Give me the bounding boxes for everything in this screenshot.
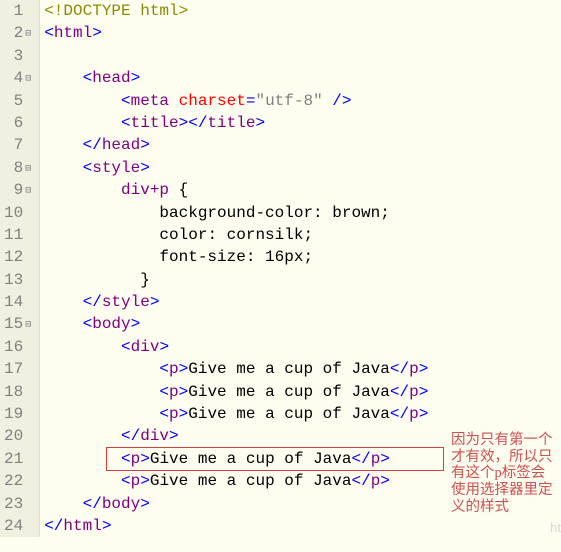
annotation-text: 因为只有第一个 才有效，所以只 有这个p标签会 使用选择器里定 义的样式 <box>451 432 553 515</box>
code-line <box>44 45 561 67</box>
code-line: div+p { <box>44 179 561 201</box>
line-number: 1 <box>4 0 33 22</box>
code-line: <!DOCTYPE html> <box>44 0 561 22</box>
watermark-text: ht <box>550 519 561 537</box>
line-number: 5 <box>4 90 33 112</box>
code-line: color: cornsilk; <box>44 224 561 246</box>
line-number: 19 <box>4 403 33 425</box>
line-number: 7 <box>4 134 33 156</box>
line-number: 22 <box>4 470 33 492</box>
code-line: <html> <box>44 22 561 44</box>
line-number: 23 <box>4 493 33 515</box>
line-number: 8⊟ <box>4 157 33 179</box>
code-line: <style> <box>44 157 561 179</box>
line-number: 4⊟ <box>4 67 33 89</box>
code-line: font-size: 16px; <box>44 246 561 268</box>
line-number: 3 <box>4 45 33 67</box>
line-number: 18 <box>4 381 33 403</box>
code-line: <p>Give me a cup of Java</p> <box>44 403 561 425</box>
line-number: 16 <box>4 336 33 358</box>
fold-icon[interactable]: ⊟ <box>23 185 33 199</box>
line-number: 24 <box>4 515 33 537</box>
code-line: <body> <box>44 313 561 335</box>
line-number: 15⊟ <box>4 313 33 335</box>
code-line: background-color: brown; <box>44 202 561 224</box>
doctype: <!DOCTYPE html> <box>44 2 188 20</box>
line-number: 9⊟ <box>4 179 33 201</box>
line-number: 11 <box>4 224 33 246</box>
line-number: 6 <box>4 112 33 134</box>
line-number: 21 <box>4 448 33 470</box>
code-line: <meta charset="utf-8" /> <box>44 90 561 112</box>
code-line: <title></title> <box>44 112 561 134</box>
line-number: 14 <box>4 291 33 313</box>
code-line: </head> <box>44 134 561 156</box>
line-number: 20 <box>4 425 33 447</box>
line-number: 10 <box>4 202 33 224</box>
fold-icon[interactable]: ⊟ <box>23 28 33 42</box>
line-number: 13 <box>4 269 33 291</box>
code-line: <head> <box>44 67 561 89</box>
fold-icon[interactable]: ⊟ <box>23 319 33 333</box>
fold-icon[interactable]: ⊟ <box>23 163 33 177</box>
fold-icon[interactable]: ⊟ <box>23 73 33 87</box>
line-number: 12 <box>4 246 33 268</box>
code-line: } <box>44 269 561 291</box>
line-number: 17 <box>4 358 33 380</box>
line-number: 2⊟ <box>4 22 33 44</box>
code-line: </style> <box>44 291 561 313</box>
code-line: </html> <box>44 515 561 537</box>
code-line: <p>Give me a cup of Java</p> <box>44 381 561 403</box>
line-gutter: 12⊟34⊟5678⊟9⊟101112131415⊟16171819202122… <box>0 0 40 537</box>
code-line: <p>Give me a cup of Java</p> <box>44 358 561 380</box>
code-line: <div> <box>44 336 561 358</box>
